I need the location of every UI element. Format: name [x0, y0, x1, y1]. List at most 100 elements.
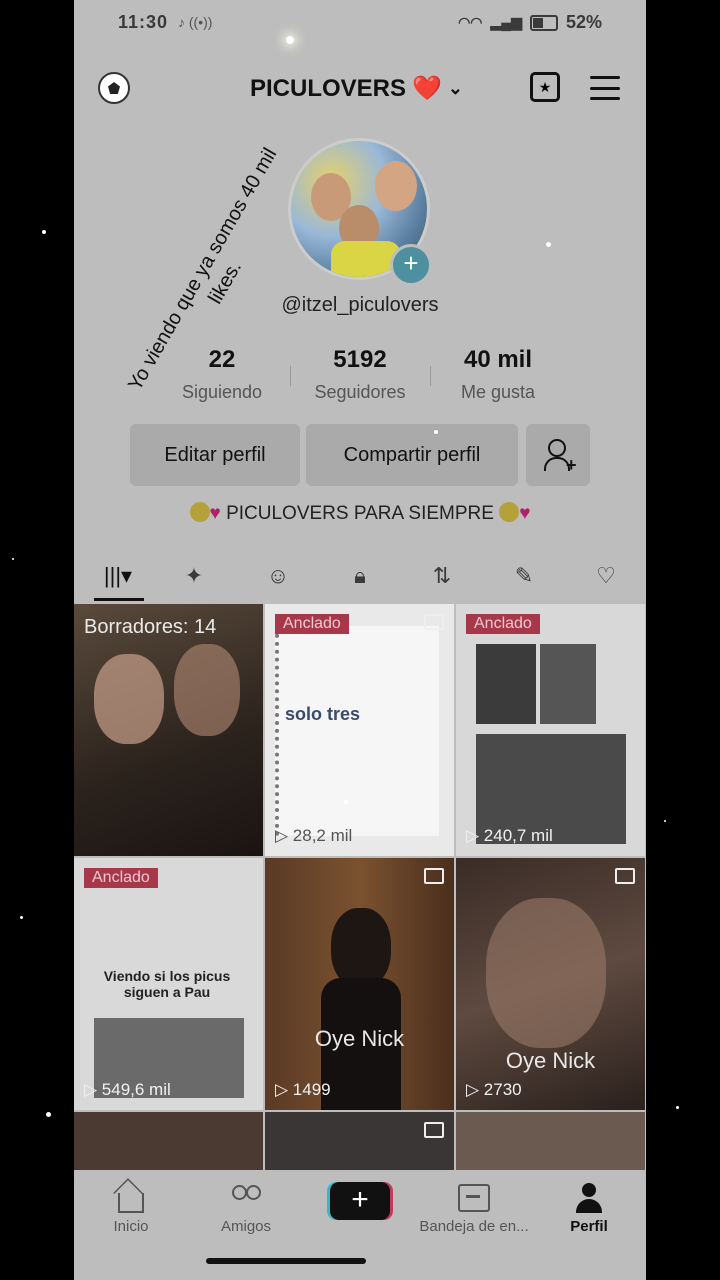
status-time: 11:30 — [118, 12, 169, 32]
status-right: ◠◠ ▂▄▆ 52% — [458, 12, 602, 33]
nav-label: Inicio — [113, 1218, 149, 1235]
stat-value: 22 — [208, 346, 236, 373]
profile-topbar: PICULOVERS ❤️ ⌄ ★ — [74, 64, 646, 114]
stat-likes[interactable]: 40 mil Me gusta — [428, 346, 568, 403]
tab-videos-icon[interactable]: |||▾ — [96, 558, 140, 594]
view-count-value: 1499 — [292, 1080, 331, 1099]
account-switcher[interactable]: PICULOVERS ❤️ ⌄ — [250, 74, 463, 103]
battery-icon — [529, 14, 558, 31]
view-count-value: 2730 — [483, 1080, 522, 1099]
active-tab-indicator — [94, 598, 144, 601]
heart-emoji: ♥ — [209, 503, 221, 524]
tile-text: Viendo si los picus siguen a Pau — [103, 968, 231, 1000]
view-count: ▷ 240,7 mil — [466, 826, 553, 845]
tile-caption: Oye Nick — [314, 1026, 405, 1051]
star — [664, 820, 666, 822]
tile-text: solo tres — [285, 704, 361, 724]
profile-icon — [576, 1183, 602, 1213]
home-indicator — [206, 1258, 366, 1264]
star — [546, 242, 551, 247]
view-count: ▷ 1499 — [275, 1080, 331, 1099]
view-count-value: 240,7 mil — [483, 826, 553, 845]
stat-label: Me gusta — [460, 382, 536, 402]
star — [12, 558, 14, 560]
home-icon — [118, 1193, 144, 1213]
add-friend-button[interactable]: + — [526, 424, 590, 486]
star — [676, 1106, 679, 1109]
view-count: ▷ 549,6 mil — [84, 1080, 171, 1099]
tile-caption: Oye Nick — [505, 1048, 596, 1073]
inbox-icon — [458, 1184, 490, 1212]
chevron-down-icon: ⌄ — [447, 78, 464, 98]
share-profile-button[interactable]: Compartir perfil — [306, 424, 518, 486]
stat-value: 40 mil — [463, 346, 533, 373]
phone-screen: 11:30 ♪ ((•)) ◠◠ ▂▄▆ 52% PICULOVERS ❤️ ⌄… — [74, 0, 646, 1280]
nav-label: Perfil — [570, 1218, 608, 1235]
signal-icon: ▂▄▆ — [490, 14, 522, 30]
tab-repost-icon[interactable]: ⇅ — [420, 558, 464, 594]
person-plus-icon: + — [544, 439, 577, 475]
heart-emoji: ♥ — [519, 503, 531, 524]
video-tile[interactable]: Viendo si los picus siguen a Pau Anclado… — [74, 858, 263, 1110]
pinned-badge: Anclado — [84, 868, 158, 888]
pinned-badge: Anclado — [275, 614, 349, 634]
video-tile[interactable] — [456, 1112, 645, 1172]
image-icon — [615, 868, 635, 884]
bio-text: PICULOVERS PARA SIEMPRE — [226, 503, 494, 524]
star — [46, 1112, 51, 1117]
soccer-ball-icon[interactable] — [98, 72, 130, 104]
stat-value: 5192 — [333, 346, 387, 373]
battery-percent: 52% — [565, 12, 602, 32]
nav-friends[interactable]: Amigos — [191, 1182, 301, 1235]
profile-tabs: |||▾ ✦ ☺ 🔒︎ ⇅ ✎ ♡ — [74, 552, 646, 602]
friends-icon — [230, 1185, 262, 1211]
stat-label: Seguidores — [314, 382, 406, 402]
tab-liked-heart-icon[interactable]: ♡ — [584, 558, 628, 594]
wifi-icon: ◠◠ — [458, 14, 483, 30]
add-story-button[interactable]: + — [390, 244, 432, 286]
video-tile[interactable]: Anclado ▷ 240,7 mil — [456, 604, 645, 856]
view-count-value: 549,6 mil — [101, 1080, 171, 1099]
stat-following[interactable]: 22 Siguiendo — [152, 346, 292, 403]
stat-label: Siguiendo — [181, 382, 263, 402]
video-tile[interactable]: solo tres Anclado ▷ 28,2 mil — [265, 604, 454, 856]
video-tile[interactable]: Oye Nick ▷ 1499 — [265, 858, 454, 1110]
star — [344, 800, 348, 804]
profile-bio: ♥ PICULOVERS PARA SIEMPRE ♥ — [74, 502, 646, 525]
calendar-star-icon[interactable]: ★ — [530, 72, 560, 102]
tab-private-lock-icon[interactable]: 🔒︎ — [338, 558, 382, 594]
video-tile[interactable] — [265, 1112, 454, 1172]
nav-label: Amigos — [220, 1218, 272, 1235]
drafts-tile[interactable]: Borradores: 14 — [74, 604, 263, 856]
pinned-badge: Anclado — [466, 614, 540, 634]
star — [286, 36, 294, 44]
profile-handle: @itzel_piculovers — [281, 294, 439, 316]
heart-emoji: ❤️ — [412, 75, 442, 102]
view-count-value: 28,2 mil — [292, 826, 353, 845]
view-count: ▷ 2730 — [466, 1080, 522, 1099]
tab-sparkle-icon[interactable]: ✦ — [172, 558, 216, 594]
status-bar: 11:30 ♪ ((•)) ◠◠ ▂▄▆ 52% — [74, 0, 646, 46]
edit-profile-button[interactable]: Editar perfil — [130, 424, 300, 486]
video-tile[interactable] — [74, 1112, 263, 1172]
stat-followers[interactable]: 5192 Seguidores — [290, 346, 430, 403]
tab-sticker-icon[interactable]: ☺ — [256, 558, 300, 594]
star — [42, 230, 46, 234]
nav-profile[interactable]: Perfil — [534, 1182, 644, 1235]
drafts-count: Borradores: 14 — [84, 616, 217, 638]
tab-tagged-icon[interactable]: ✎ — [502, 558, 546, 594]
create-plus-button[interactable]: + — [330, 1182, 390, 1220]
star — [434, 430, 438, 434]
nav-home[interactable]: Inicio — [76, 1182, 186, 1235]
hamburger-menu-icon[interactable] — [590, 76, 620, 100]
image-icon — [424, 1122, 444, 1138]
emoji-icon — [189, 502, 210, 522]
emoji-icon — [499, 502, 520, 522]
nav-inbox[interactable]: Bandeja de en... — [414, 1182, 534, 1235]
view-count: ▷ 28,2 mil — [275, 826, 353, 845]
video-tile[interactable]: Oye Nick ▷ 2730 — [456, 858, 645, 1110]
image-icon — [424, 868, 444, 884]
notification-icons: ♪ ((•)) — [178, 14, 213, 30]
image-icon — [424, 614, 444, 630]
nav-label: Bandeja de en... — [419, 1218, 529, 1235]
